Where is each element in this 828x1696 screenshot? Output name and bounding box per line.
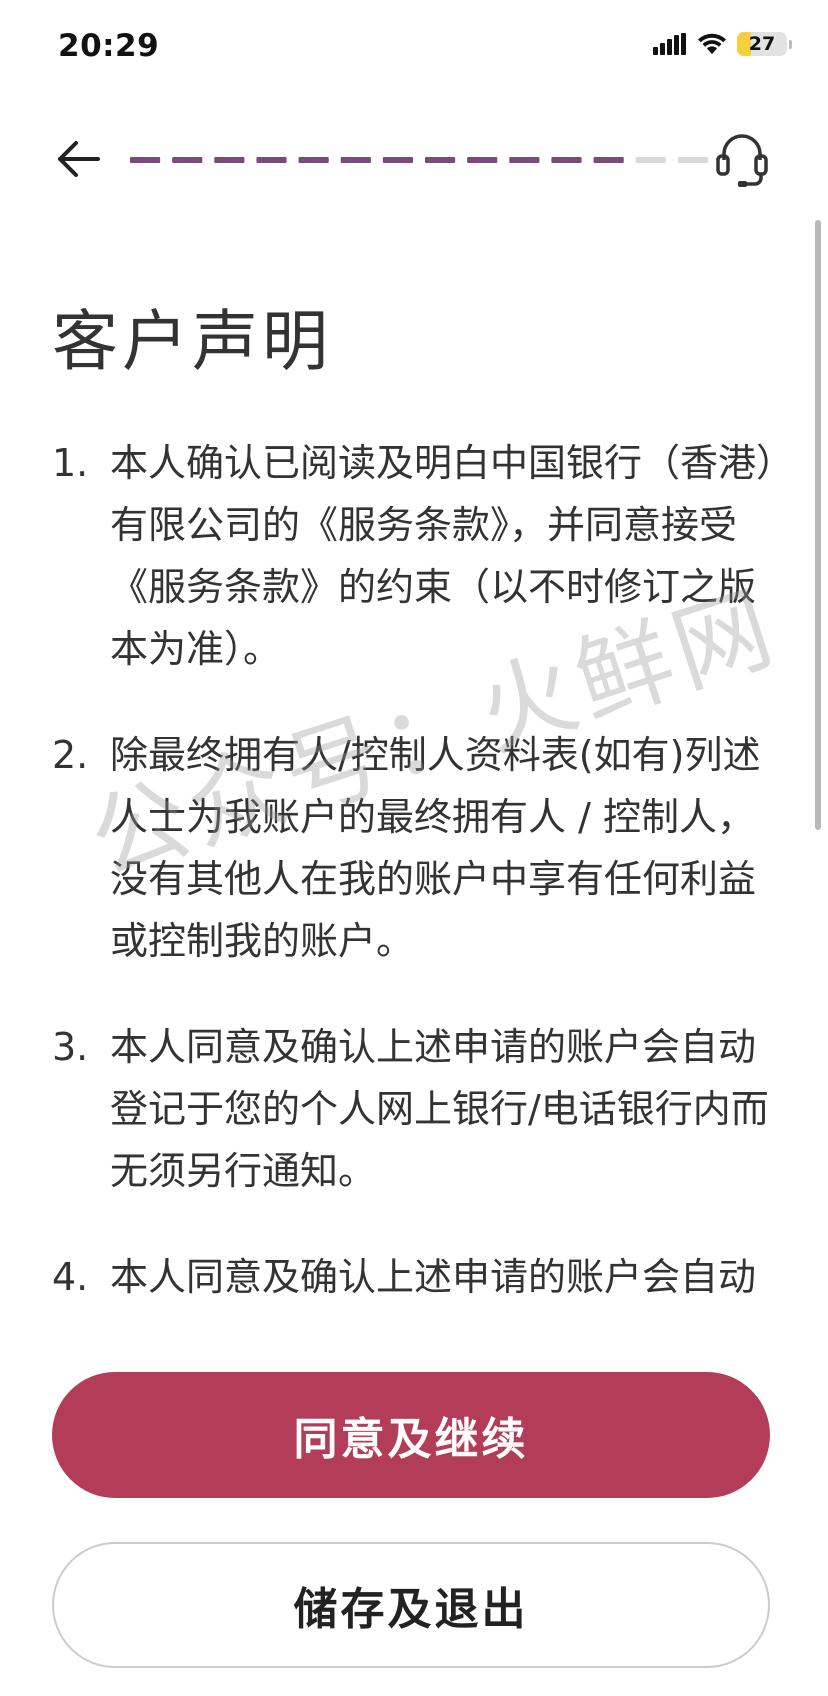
page-title: 客户声明 [52,303,332,380]
progress-step-done [298,157,329,163]
term-item-4: 4. 本人同意及确认上述申请的账户会自动登记于您的综合月结单内而无须另行通知。 [52,1246,792,1312]
term-item-3: 3. 本人同意及确认上述申请的账户会自动登记于您的个人网上银行/电话银行内而无须… [52,1016,792,1202]
scrollbar[interactable] [815,220,821,830]
top-nav [0,120,828,200]
headset-icon [716,134,768,187]
status-bar: 20:29 27 [0,0,828,100]
progress-step-pending [677,157,708,163]
progress-step-done [425,157,456,163]
term-text: 除最终拥有人/控制人资料表(如有)列述人士为我账户的最终拥有人 / 控制人，没有… [110,733,761,963]
term-number: 1. [52,441,89,485]
battery-tip [789,39,792,49]
status-time: 20:29 [58,28,160,64]
progress-indicator [130,157,708,163]
customer-service-button[interactable] [712,128,772,190]
term-item-2: 2. 除最终拥有人/控制人资料表(如有)列述人士为我账户的最终拥有人 / 控制人… [52,724,792,972]
progress-step-done [551,157,582,163]
arrow-left-icon [58,141,100,177]
progress-step-done [130,157,161,163]
terms-list: 1. 本人确认已阅读及明白中国银行（香港）有限公司的《服务条款》，并同意接受《服… [52,432,792,1312]
save-exit-button[interactable]: 储存及退出 [52,1542,770,1668]
battery-indicator: 27 [737,32,787,56]
term-number: 4. [52,1255,89,1299]
term-text: 本人同意及确认上述申请的账户会自动登记于您的综合月结单内而无须另行通知。 [110,1255,757,1299]
battery-level-text: 27 [748,33,776,55]
term-text: 本人确认已阅读及明白中国银行（香港）有限公司的《服务条款》，并同意接受《服务条款… [110,441,776,671]
term-number: 3. [52,1025,89,1069]
progress-step-done [593,157,624,163]
declaration-content: 客户声明 1. 本人确认已阅读及明白中国银行（香港）有限公司的《服务条款》，并同… [0,260,810,1312]
progress-step-done [340,157,371,163]
term-number: 2. [52,733,89,777]
progress-step-done [214,157,245,163]
progress-step-done [509,157,540,163]
progress-step-done [382,157,413,163]
progress-step-done [256,157,287,163]
progress-step-done [467,157,498,163]
progress-step-pending [635,157,666,163]
term-text: 本人同意及确认上述申请的账户会自动登记于您的个人网上银行/电话银行内而无须另行通… [110,1025,769,1193]
progress-step-done [172,157,203,163]
scrollbar-thumb[interactable] [815,220,821,830]
term-item-1: 1. 本人确认已阅读及明白中国银行（香港）有限公司的《服务条款》，并同意接受《服… [52,432,792,680]
cellular-signal-icon [653,33,686,55]
back-button[interactable] [52,134,110,184]
agree-continue-button[interactable]: 同意及继续 [52,1372,770,1498]
wifi-icon [698,33,726,54]
status-icons: 27 [653,32,792,56]
